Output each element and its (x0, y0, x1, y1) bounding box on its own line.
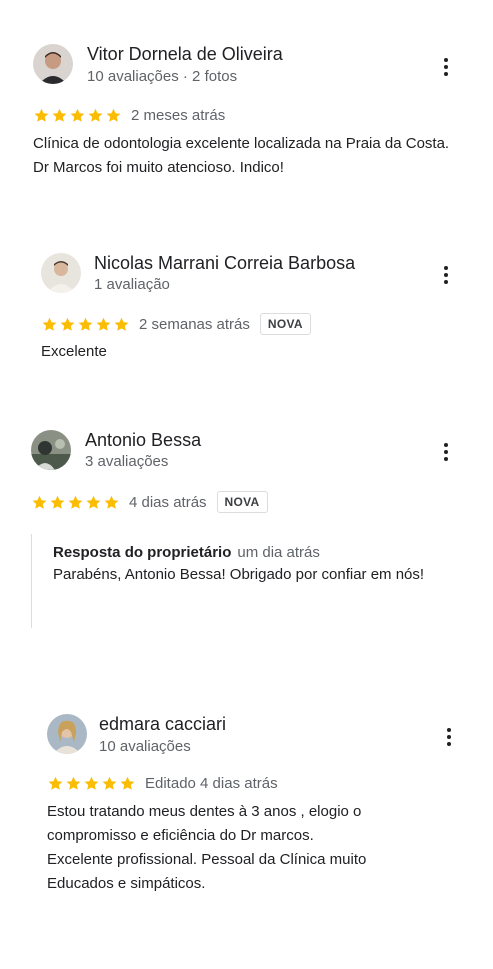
owner-reply-header: Resposta do proprietário um dia atrás (53, 544, 478, 561)
reviewer-avatar[interactable] (41, 253, 81, 293)
reviewer-meta[interactable]: 1 avaliação (94, 276, 170, 293)
star-icon (106, 108, 121, 122)
reviewer-meta[interactable]: 10 avaliações (99, 738, 191, 755)
review-date: Editado 4 dias atrás (145, 775, 278, 792)
reviewer-name[interactable]: Antonio Bessa (85, 430, 201, 451)
rating-row: 2 meses atrás (33, 107, 225, 124)
star-icon (70, 108, 85, 122)
new-badge: NOVA (216, 491, 268, 513)
star-icon (52, 108, 67, 122)
star-icon (86, 495, 101, 509)
reviewer-avatar[interactable] (33, 44, 73, 84)
star-rating (41, 316, 130, 333)
review-text: Estou tratando meus dentes à 3 anos , el… (47, 800, 467, 896)
review-text: Excelente (41, 343, 107, 360)
star-icon (34, 108, 49, 122)
more-options-icon[interactable] (438, 57, 454, 77)
more-options-icon[interactable] (438, 442, 454, 462)
review-text-line: Estou tratando meus dentes à 3 anos , el… (47, 803, 362, 820)
review-text-line: Educados e simpáticos. (47, 875, 206, 892)
rating-row: Editado 4 dias atrás (47, 775, 278, 792)
star-icon (120, 776, 135, 790)
star-rating (33, 107, 122, 124)
review-text-line: Excelente profissional. Pessoal da Clíni… (47, 851, 367, 868)
reviewer-avatar[interactable] (47, 714, 87, 754)
new-badge: NOVA (259, 313, 311, 335)
owner-reply-title: Resposta do proprietário (53, 544, 232, 561)
reviewer-name[interactable]: edmara cacciari (99, 714, 226, 735)
star-rating (31, 494, 120, 511)
owner-reply-date: um dia atrás (237, 544, 320, 561)
review-date: 2 semanas atrás (139, 315, 250, 333)
more-options-icon[interactable] (438, 265, 454, 285)
review-text: Clínica de odontologia excelente localiz… (33, 135, 450, 176)
star-icon (114, 317, 129, 331)
star-icon (42, 317, 57, 331)
star-icon (50, 495, 65, 509)
star-icon (88, 108, 103, 122)
reviewer-name[interactable]: Nicolas Marrani Correia Barbosa (94, 253, 355, 274)
reviewer-name[interactable]: Vitor Dornela de Oliveira (87, 44, 283, 65)
star-icon (60, 317, 75, 331)
star-icon (96, 317, 111, 331)
rating-row: 2 semanas atrás NOVA (41, 313, 311, 335)
more-options-icon[interactable] (441, 727, 457, 747)
rating-row: 4 dias atrás NOVA (31, 491, 268, 513)
star-icon (102, 776, 117, 790)
star-rating (47, 775, 136, 792)
review-date: 4 dias atrás (129, 493, 207, 511)
star-icon (48, 776, 63, 790)
star-icon (68, 495, 83, 509)
owner-reply-text: Parabéns, Antonio Bessa! Obrigado por co… (53, 566, 425, 583)
review-text-line: compromisso e eficiência do Dr marcos. (47, 827, 314, 844)
reviewer-avatar[interactable] (31, 430, 71, 470)
star-icon (104, 495, 119, 509)
star-icon (66, 776, 81, 790)
star-icon (32, 495, 47, 509)
star-icon (78, 317, 93, 331)
review-date: 2 meses atrás (131, 107, 226, 124)
owner-reply: Resposta do proprietário um dia atrás Par… (31, 534, 478, 628)
reviewer-meta[interactable]: 10 avaliações · 2 fotos (87, 68, 237, 85)
reviewer-meta[interactable]: 3 avaliações (85, 453, 168, 470)
star-icon (84, 776, 99, 790)
